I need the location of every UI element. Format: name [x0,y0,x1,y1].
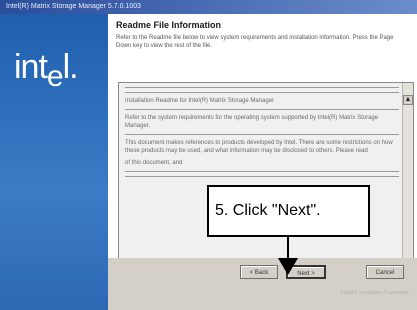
readme-text: Installation Readme for Intel(R) Matrix … [125,83,399,268]
divider [125,134,399,135]
divider [125,176,399,177]
button-bar: < Back Next > Cancel Intel(R) Installati… [108,258,417,310]
window-title-bar: Intel(R) Matrix Storage Manager 5.7.0.10… [0,0,417,14]
next-button[interactable]: Next > [286,265,326,279]
intel-logo: intel. [14,48,79,93]
scroll-up-icon[interactable]: ▲ [403,95,413,105]
back-button[interactable]: < Back [240,265,278,279]
divider [125,109,399,110]
instruction-callout: 5. Click "Next". [207,185,370,237]
footer-brand-text: Intel(R) Installation Framework [340,290,409,296]
vertical-scrollbar[interactable]: ▲ ▼ [402,83,413,268]
brand-panel: intel. [0,14,108,310]
divider [125,171,399,172]
installer-window: Intel(R) Matrix Storage Manager 5.7.0.10… [0,0,417,310]
readme-line: of this document, and [125,160,183,166]
page-heading: Readme File Information [116,20,222,30]
readme-text-box[interactable]: Installation Readme for Intel(R) Matrix … [118,82,414,269]
readme-line: Installation Readme for Intel(R) Matrix … [125,98,275,104]
cancel-button[interactable]: Cancel [366,265,404,279]
divider [125,92,399,93]
readme-line: Refer to the system requirements for the… [125,115,379,129]
readme-line: This document makes references to produc… [125,140,393,154]
divider [125,87,399,88]
page-intro: Refer to the Readme file below to view s… [116,35,394,49]
